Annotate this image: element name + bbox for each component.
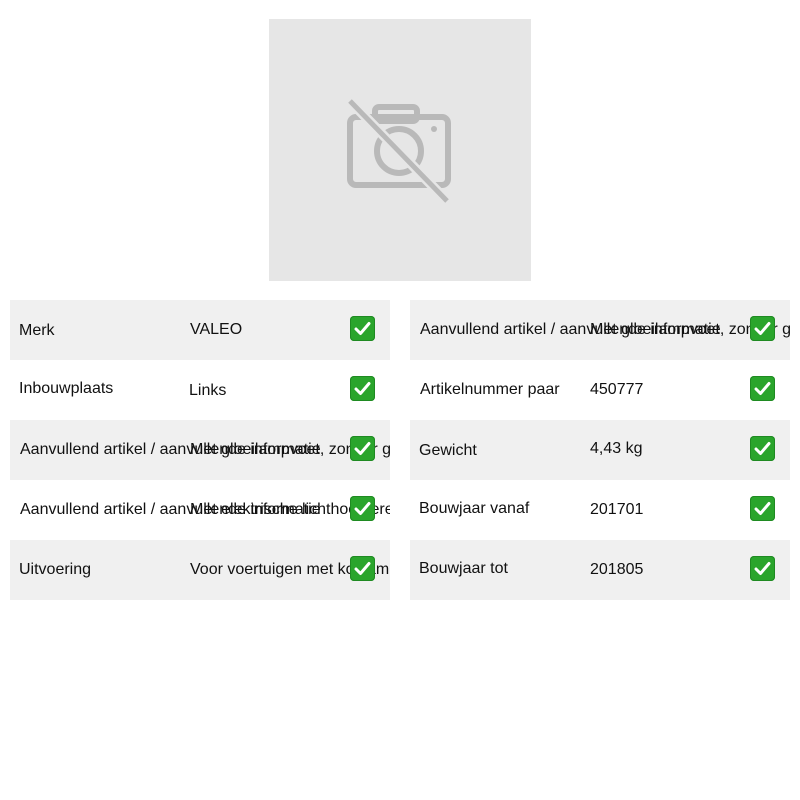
- spec-row-aanvullend-1: Aanvullend artikel / aanvullende informa…: [10, 420, 390, 480]
- spec-row-gewicht: Gewicht 4,43 kg: [410, 420, 790, 480]
- spec-value: Links: [189, 382, 227, 399]
- spec-row-aanvullend-3: Aanvullend artikel / aanvullende informa…: [410, 300, 790, 360]
- checkmark-icon: [350, 556, 375, 581]
- spec-row-aanvullend-2: Aanvullend artikel / aanvullende informa…: [10, 480, 390, 540]
- spec-label: Bouwjaar vanaf: [419, 500, 530, 517]
- checkmark-icon: [750, 436, 775, 461]
- checkmark-icon: [750, 496, 775, 521]
- spec-row-uitvoering: Uitvoering Voor voertuigen met koplamp l…: [10, 540, 390, 600]
- spec-label: Bouwjaar tot: [419, 560, 508, 577]
- spec-label: Inbouwplaats: [19, 380, 114, 397]
- checkmark-icon: [350, 436, 375, 461]
- checkmark-icon: [350, 316, 375, 341]
- spec-table-left: Merk VALEO Inbouwplaats Links Aanvullend…: [10, 300, 390, 600]
- spec-label: Artikelnummer paar: [420, 381, 560, 398]
- spec-table-right: Aanvullend artikel / aanvullende informa…: [410, 300, 790, 600]
- spec-value: VALEO: [190, 321, 243, 338]
- spec-row-artikelnummer-paar: Artikelnummer paar 450777: [410, 360, 790, 420]
- spec-value: 450777: [590, 381, 644, 398]
- spec-value: 201701: [590, 501, 644, 518]
- spec-row-inbouwplaats: Inbouwplaats Links: [10, 360, 390, 420]
- spec-label: Merk: [19, 322, 55, 339]
- spec-label: Uitvoering: [19, 561, 92, 578]
- checkmark-icon: [350, 376, 375, 401]
- product-detail-page: Merk VALEO Inbouwplaats Links Aanvullend…: [0, 0, 800, 800]
- checkmark-icon: [350, 496, 375, 521]
- checkmark-icon: [750, 556, 775, 581]
- spec-value: 4,43 kg: [590, 440, 643, 457]
- spec-row-merk: Merk VALEO: [10, 300, 390, 360]
- no-camera-icon: [347, 99, 451, 205]
- spec-row-bouwjaar-vanaf: Bouwjaar vanaf 201701: [410, 480, 790, 540]
- product-image-placeholder[interactable]: [269, 19, 531, 281]
- checkmark-icon: [750, 316, 775, 341]
- spec-label: Gewicht: [419, 442, 477, 459]
- spec-value: 201805: [590, 561, 644, 578]
- checkmark-icon: [750, 376, 775, 401]
- spec-row-bouwjaar-tot: Bouwjaar tot 201805: [410, 540, 790, 600]
